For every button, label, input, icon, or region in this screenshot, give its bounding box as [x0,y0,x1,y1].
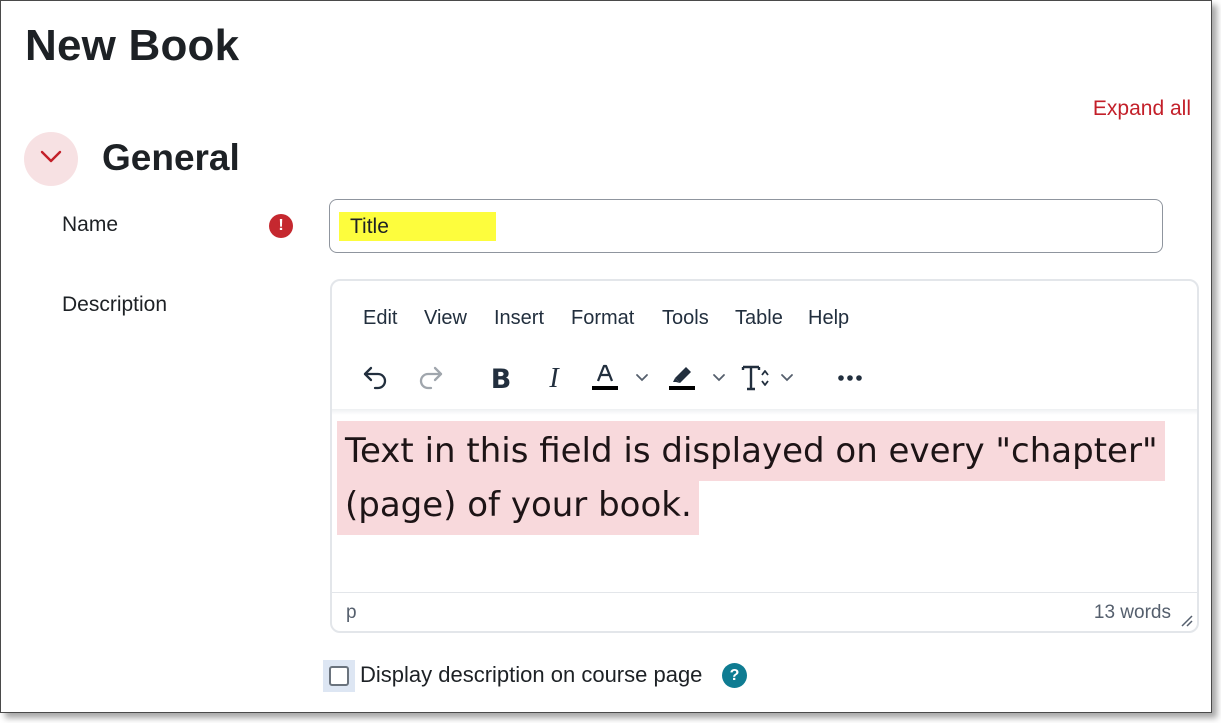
bold-icon: B [490,363,512,395]
highlight-button[interactable] [664,359,700,399]
menu-format[interactable]: Format [571,307,634,330]
font-size-icon [740,361,772,398]
required-icon: ! [269,214,293,238]
chevron-down-icon [635,370,649,388]
page-title: New Book [25,21,240,70]
screenshot-frame: New Book Expand all General Name ! Title… [0,0,1212,713]
highlight-icon [667,361,697,398]
editor-statusbar: p 13 words [332,592,1197,631]
menu-view[interactable]: View [424,307,467,330]
name-input-value: Title [339,212,496,241]
description-label: Description [62,293,168,316]
italic-icon: I [549,363,559,394]
font-size-dropdown[interactable] [778,359,796,399]
description-editor[interactable]: Edit View Insert Format Tools Table Help… [330,279,1199,633]
undo-icon [361,362,391,397]
checkbox-box [329,666,349,686]
resize-handle-icon[interactable] [1179,613,1193,627]
display-description-label[interactable]: Display description on course page [360,662,702,688]
chevron-down-icon [712,370,726,388]
display-description-checkbox[interactable] [323,660,355,692]
undo-button[interactable] [358,359,394,399]
more-button[interactable] [832,359,868,399]
bold-button[interactable]: B [483,359,519,399]
text-color-icon [590,361,620,398]
menu-edit[interactable]: Edit [363,307,397,330]
menu-tools[interactable]: Tools [662,307,709,330]
redo-icon [415,362,445,397]
content-line: Text in this field is displayed on every… [337,421,1165,481]
element-path[interactable]: p [346,602,357,624]
more-icon [836,370,864,388]
editor-toolbar: B I [332,349,1197,411]
text-color-button[interactable] [587,359,623,399]
chevron-down-icon [39,149,63,170]
name-label: Name [62,213,119,236]
menu-table[interactable]: Table [735,307,783,330]
section-title: General [102,137,240,178]
toolbar-divider [332,409,1197,415]
name-input[interactable]: Title [329,199,1163,253]
redo-button[interactable] [412,359,448,399]
editor-menubar: Edit View Insert Format Tools Table Help [332,281,1197,349]
font-size-button[interactable] [738,359,774,399]
italic-button[interactable]: I [536,359,572,399]
menu-help[interactable]: Help [808,307,849,330]
help-icon[interactable]: ? [722,663,747,688]
section-collapse-button[interactable] [24,132,78,186]
highlight-dropdown[interactable] [710,359,728,399]
menu-insert[interactable]: Insert [494,307,544,330]
expand-all-link[interactable]: Expand all [1093,97,1191,121]
chevron-down-icon [780,370,794,388]
word-count[interactable]: 13 words [1094,602,1171,624]
content-line: (page) of your book. [337,475,699,535]
text-color-dropdown[interactable] [633,359,651,399]
